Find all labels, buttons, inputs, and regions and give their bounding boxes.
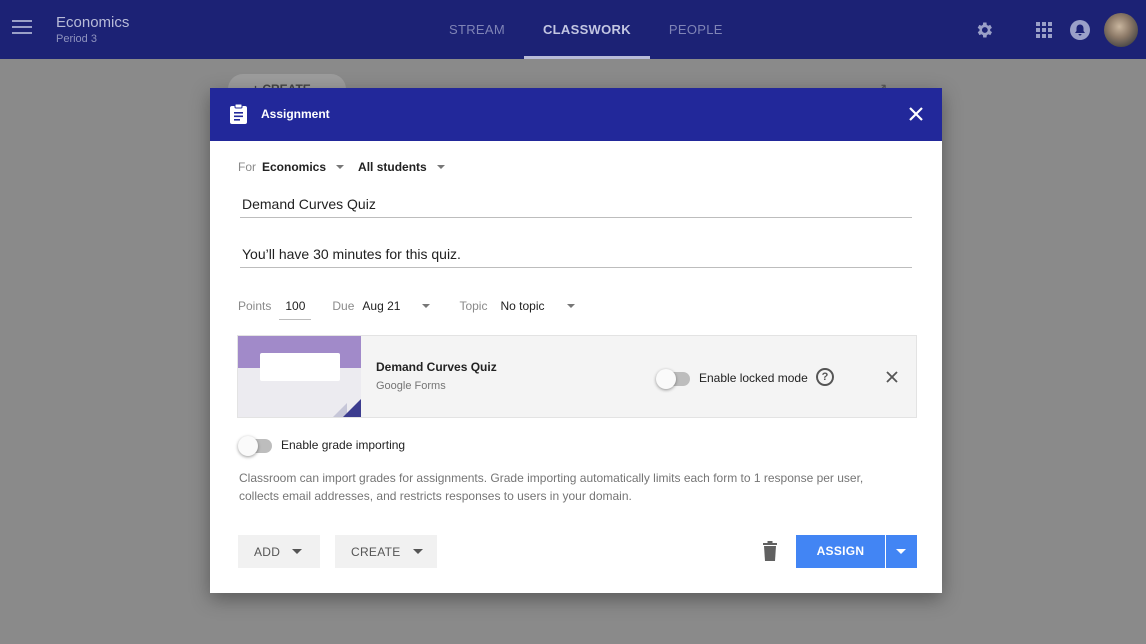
class-period: Period 3 [56,33,97,45]
add-button[interactable]: ADD [238,535,320,568]
instructions-field[interactable]: You’ll have 30 minutes for this quiz. [240,246,912,268]
attachment-type: Google Forms [376,380,446,392]
chevron-down-icon [336,165,345,169]
grade-importing-toggle[interactable] [238,436,272,456]
add-button-label: ADD [254,544,281,559]
title-field[interactable]: Demand Curves Quiz [240,196,912,218]
due-date-select[interactable]: Aug 21 [362,299,431,313]
assignment-meta-row: Points 100 Due Aug 21 Topic No topic [238,295,575,320]
grade-importing-info: Classroom can import grades for assignme… [239,471,864,503]
chevron-down-icon [422,304,431,308]
chevron-down-icon [412,549,423,554]
chevron-down-icon [896,549,906,554]
remove-attachment-close-icon[interactable] [884,369,900,385]
chevron-down-icon [566,304,575,308]
app-bar: Economics Period 3 STREAM CLASSWORK PEOP… [0,0,1146,59]
settings-gear-icon[interactable] [966,12,1002,48]
students-select[interactable]: All students [358,160,445,174]
notifications-bell-icon[interactable] [1062,12,1098,48]
help-icon[interactable]: ? [816,368,834,386]
points-label: Points [238,299,272,313]
clipboard-icon [230,103,247,129]
tab-stream[interactable]: STREAM [430,0,524,59]
topic-label: Topic [459,299,488,313]
topic-value: No topic [500,299,545,313]
create-button-label: CREATE [351,544,401,559]
main-menu-icon[interactable] [12,20,32,36]
due-date-value: Aug 21 [362,299,401,313]
assign-button[interactable]: ASSIGN [796,535,885,568]
class-select-value: Economics [262,160,327,174]
delete-trash-icon[interactable] [762,541,778,561]
form-attachment: Demand Curves Quiz Google Forms Enable l… [237,335,917,418]
class-tabs: STREAM CLASSWORK PEOPLE [430,0,742,59]
app-bar-actions [966,0,1146,59]
points-field[interactable]: 100 [279,299,312,320]
tab-people[interactable]: PEOPLE [650,0,742,59]
tab-classwork[interactable]: CLASSWORK [523,0,650,59]
locked-mode-toggle[interactable] [656,369,690,389]
class-name[interactable]: Economics [56,14,129,31]
audience-row: For Economics All students [238,160,445,174]
user-avatar[interactable] [1104,12,1138,47]
assignment-dialog: Assignment For Economics All students De… [210,88,942,593]
chevron-down-icon [436,165,445,169]
for-label: For [238,160,256,174]
class-select[interactable]: Economics [262,160,345,174]
students-select-value: All students [358,160,427,174]
create-button[interactable]: CREATE [335,535,437,568]
attachment-title[interactable]: Demand Curves Quiz [376,360,497,374]
apps-grid-icon[interactable] [1026,12,1062,48]
assign-options-button[interactable] [886,535,917,568]
dialog-header: Assignment [210,88,942,141]
topic-select[interactable]: No topic [500,299,575,313]
locked-mode-label: Enable locked mode [699,371,808,385]
close-icon[interactable] [906,104,926,124]
chevron-down-icon [292,549,303,554]
form-thumbnail[interactable] [238,336,361,417]
grade-importing-label: Enable grade importing [281,438,406,452]
dialog-title: Assignment [261,107,330,121]
due-label: Due [332,299,355,313]
